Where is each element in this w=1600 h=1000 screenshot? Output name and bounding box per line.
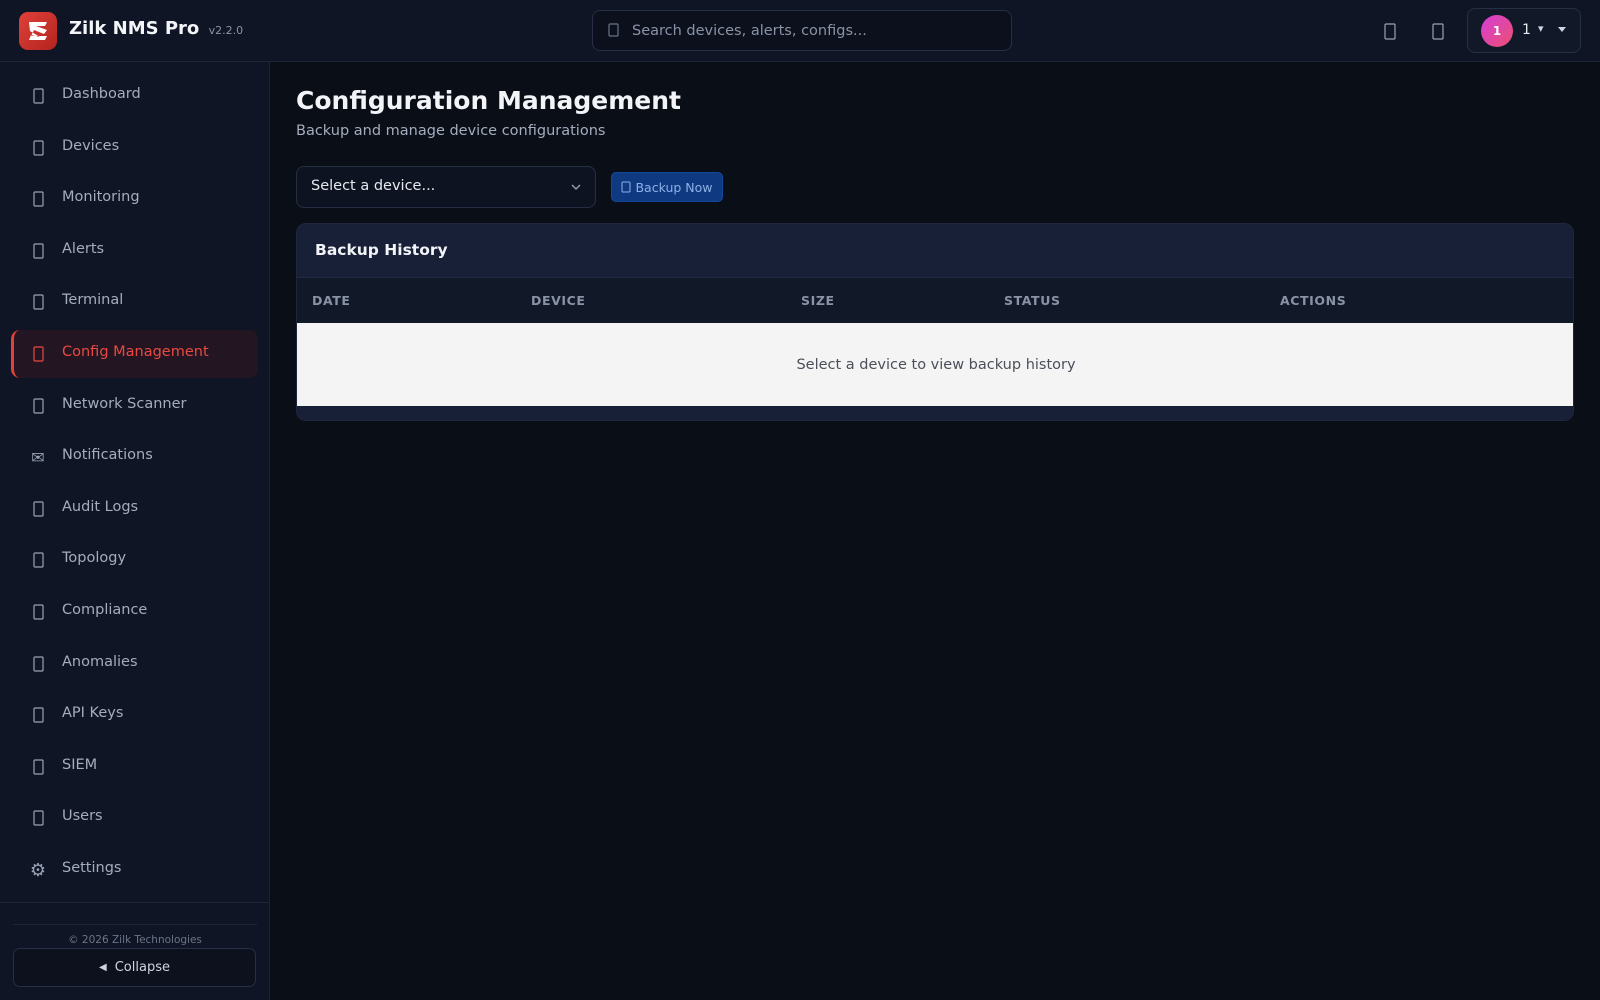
app-logo[interactable] (19, 12, 57, 50)
sidebar-item-terminal[interactable]: Terminal (11, 278, 258, 326)
anomalies-icon (29, 655, 47, 673)
column-status[interactable]: STATUS (1004, 293, 1061, 308)
global-search[interactable] (592, 10, 1012, 51)
sidebar-item-devices[interactable]: Devices (11, 124, 258, 172)
sidebar-item-label: Config Management (62, 344, 209, 360)
sidebar-item-label: Network Scanner (62, 395, 187, 412)
sidebar-item-notifications[interactable]: ✉ Notifications (11, 433, 258, 481)
chevron-down-icon (571, 184, 581, 190)
sidebar-item-label: Audit Logs (62, 498, 139, 515)
page-subtitle: Backup and manage device configurations (296, 123, 606, 139)
gear-icon: ⚙ (29, 859, 47, 881)
monitoring-icon (29, 190, 47, 208)
backup-history-card: Backup History DATE DEVICE SIZE STATUS A… (296, 223, 1574, 421)
terminal-icon (29, 293, 47, 311)
app-version: v2.2.0 (208, 24, 244, 37)
copyright: © 2026 Zilk Technologies (68, 934, 202, 946)
sidebar-item-label: SIEM (62, 756, 98, 773)
sidebar-divider (0, 902, 270, 903)
sidebar-item-monitoring[interactable]: Monitoring (11, 175, 258, 223)
sidebar-item-label: Monitoring (62, 189, 140, 206)
sidebar-item-network-scanner[interactable]: Network Scanner (11, 382, 258, 430)
users-icon (29, 809, 47, 827)
logo-z-icon (29, 22, 47, 40)
user-menu[interactable]: 1 1 ▾ (1467, 8, 1581, 53)
sidebar-item-audit-logs[interactable]: Audit Logs (11, 485, 258, 533)
avatar: 1 (1481, 15, 1513, 47)
audit-icon (29, 500, 47, 518)
sidebar-item-label: Anomalies (62, 653, 138, 670)
column-actions: ACTIONS (1280, 293, 1347, 308)
scanner-icon (29, 397, 47, 415)
column-date[interactable]: DATE (312, 293, 351, 308)
sidebar-item-alerts[interactable]: Alerts (11, 227, 258, 275)
sidebar-item-label: API Keys (62, 705, 124, 722)
column-device[interactable]: DEVICE (531, 293, 586, 308)
sidebar-item-topology[interactable]: Topology (11, 536, 258, 584)
sidebar-divider (13, 924, 257, 925)
sidebar-item-label: Users (62, 808, 103, 825)
backup-icon (621, 181, 631, 193)
page-title: Configuration Management (296, 86, 681, 115)
sidebar-item-users[interactable]: Users (11, 794, 258, 842)
sidebar: Dashboard Devices Monitoring Alerts Terminal… (0, 62, 270, 1000)
collapse-label: Collapse (114, 960, 170, 975)
siem-icon (29, 758, 47, 776)
alerts-icon (29, 242, 47, 260)
sidebar-item-anomalies[interactable]: Anomalies (11, 640, 258, 688)
theme-icon (1384, 22, 1396, 40)
user-caret: ▾ (1538, 22, 1544, 35)
backup-now-label: Backup Now (635, 179, 713, 195)
key-icon (29, 706, 47, 724)
sidebar-item-siem[interactable]: SIEM (11, 743, 258, 791)
envelope-icon: ✉ (31, 447, 45, 467)
devices-icon (29, 139, 47, 157)
backup-now-button[interactable]: Backup Now (611, 172, 723, 202)
card-footer (297, 406, 1573, 420)
sidebar-item-label: Compliance (62, 602, 148, 618)
sidebar-item-compliance[interactable]: Compliance (11, 588, 258, 636)
app-title: Zilk NMS Pro v2.2.0 (69, 18, 243, 39)
sidebar-item-label: Terminal (62, 292, 124, 309)
chevron-down-icon (1558, 27, 1566, 32)
config-icon (29, 345, 47, 363)
sidebar-item-label: Settings (62, 860, 122, 876)
sidebar-item-label: Alerts (62, 240, 105, 257)
user-name: 1 (1522, 22, 1531, 38)
topology-icon (29, 551, 47, 569)
collapse-arrow-icon: ◀ (99, 962, 107, 973)
sidebar-item-label: Topology (62, 550, 127, 567)
device-select-value: Select a device... (311, 178, 436, 194)
search-icon (608, 23, 619, 37)
sidebar-item-label: Dashboard (62, 86, 141, 102)
search-input[interactable] (629, 11, 999, 50)
sidebar-item-api-keys[interactable]: API Keys (11, 691, 258, 739)
sidebar-item-dashboard[interactable]: Dashboard (11, 72, 258, 120)
bell-icon (1432, 22, 1444, 40)
top-bar: Zilk NMS Pro v2.2.0 1 1 ▾ (0, 0, 1600, 62)
theme-toggle-button[interactable] (1377, 18, 1403, 44)
column-size[interactable]: SIZE (801, 293, 835, 308)
sidebar-item-label: Notifications (62, 447, 153, 464)
notifications-button[interactable] (1425, 18, 1451, 44)
compliance-icon (29, 603, 47, 621)
dashboard-icon (29, 87, 47, 105)
card-title: Backup History (315, 241, 448, 259)
app-name: Zilk NMS Pro (69, 18, 200, 39)
sidebar-item-config-management[interactable]: Config Management (11, 330, 258, 378)
sidebar-item-settings[interactable]: ⚙ Settings (11, 846, 258, 894)
table-empty-state: Select a device to view backup history (297, 323, 1573, 406)
sidebar-item-label: Devices (62, 137, 120, 154)
device-select[interactable]: Select a device... (296, 166, 596, 208)
card-header: Backup History (297, 224, 1573, 278)
table-header: DATE DEVICE SIZE STATUS ACTIONS (297, 278, 1573, 323)
collapse-button[interactable]: ◀ Collapse (13, 948, 256, 987)
